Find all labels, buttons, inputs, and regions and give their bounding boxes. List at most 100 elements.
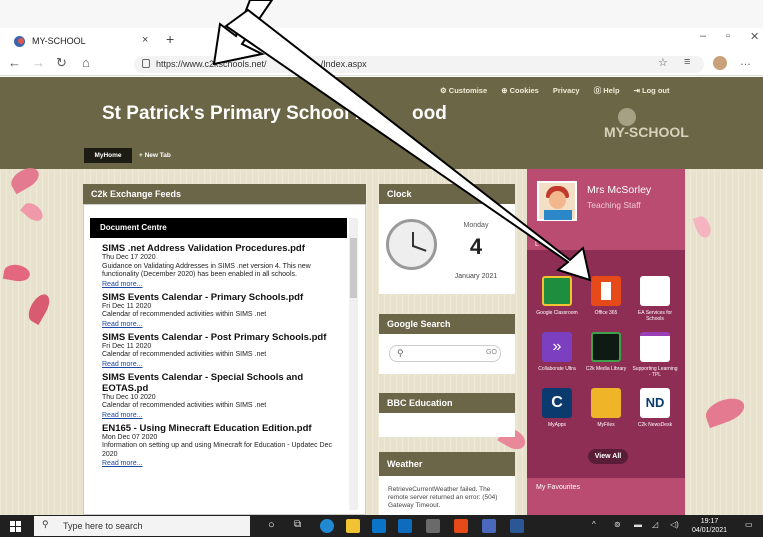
logout-link[interactable]: ⇥ Log out — [634, 86, 670, 95]
home-icon[interactable]: ⌂ — [82, 55, 90, 70]
document-centre-heading: Document Centre — [90, 218, 347, 238]
more-menu-icon[interactable]: … — [740, 56, 751, 68]
search-icon: ⚲ — [397, 348, 404, 358]
customise-link[interactable]: ⚙ Customise — [440, 86, 487, 95]
taskbar-clock[interactable]: 19:17 04/01/2021 — [692, 517, 727, 535]
app-office-365[interactable]: Office 365 — [583, 276, 629, 316]
header-links: ⚙ Customise ⊕ Cookies Privacy ⓪ Help ⇥ L… — [440, 85, 681, 96]
url-suffix: /Index.aspx — [320, 59, 367, 69]
myapps-icon: C — [542, 388, 572, 418]
mail-icon[interactable] — [398, 519, 412, 533]
cortana-icon[interactable]: ○ — [268, 519, 282, 533]
feed-date: Fri Dec 11 2020 — [102, 302, 152, 310]
browser-tab[interactable]: MY-SCHOOL × — [6, 30, 160, 52]
battery-icon[interactable]: ▬ — [634, 520, 642, 529]
read-more-link[interactable]: Read more... — [102, 459, 346, 468]
tab-new-tab[interactable]: + New Tab — [139, 148, 171, 163]
app-collaborate-ultra[interactable]: » Collaborate Ultra — [534, 332, 580, 372]
word-icon[interactable] — [510, 519, 524, 533]
feed-date: Thu Dec 17 2020 — [102, 254, 156, 261]
feed-title[interactable]: SIMS Events Calendar - Primary Schools.p… — [102, 292, 346, 303]
app-myfiles[interactable]: MyFiles — [583, 388, 629, 428]
teams-icon[interactable] — [482, 519, 496, 533]
profile-role: Teaching Staff — [587, 200, 641, 210]
app-media-library[interactable]: C2k Media Library — [583, 332, 629, 372]
refresh-icon[interactable]: ↻ — [56, 55, 67, 71]
task-view-icon[interactable]: ⧉ — [294, 519, 308, 533]
read-more-link[interactable]: Read more... — [102, 280, 346, 289]
network-icon[interactable]: ⊚ — [614, 520, 621, 529]
privacy-link[interactable]: Privacy — [553, 86, 580, 95]
url-field[interactable]: https://www.c2kschools.net/ /Index.aspx — [134, 56, 704, 73]
feed-scrollbar[interactable] — [349, 218, 358, 510]
store-icon[interactable] — [372, 519, 386, 533]
feed-item: SIMS Events Calendar - Special Schools a… — [102, 372, 346, 420]
app-newsdesk[interactable]: ND C2k NewsDesk — [632, 388, 678, 428]
feed-date: Thu Dec 10 2020 — [102, 393, 156, 401]
forward-icon[interactable]: → — [32, 55, 45, 70]
read-more-link[interactable]: Read more... — [102, 411, 346, 420]
feed-title[interactable]: EN165 - Using Minecraft Education Editio… — [102, 423, 346, 434]
file-explorer-icon[interactable] — [346, 519, 360, 533]
my-favourites-heading: My Favourites — [536, 484, 580, 491]
browser-profile-avatar[interactable] — [713, 56, 727, 70]
app-myapps[interactable]: C MyApps — [534, 388, 580, 428]
app-label: Office 365 — [594, 310, 618, 316]
ea-services-icon — [640, 276, 670, 306]
edge-browser-icon[interactable] — [320, 519, 334, 533]
search-go-button[interactable]: GO — [486, 349, 497, 356]
volume-icon[interactable]: ◁) — [670, 520, 679, 529]
feed-title[interactable]: SIMS Events Calendar - Special Schools a… — [102, 372, 346, 394]
cookies-link[interactable]: ⊕ Cookies — [501, 86, 539, 95]
window-close-icon[interactable]: ✕ — [750, 30, 759, 43]
windows-start-icon[interactable] — [10, 521, 21, 532]
feed-item: SIMS .net Address Validation Procedures.… — [102, 243, 346, 289]
chevron-up-icon[interactable]: ^ — [592, 520, 596, 529]
browser-tab-strip — [0, 0, 763, 28]
feed-title[interactable]: SIMS .net Address Validation Procedures.… — [102, 243, 346, 254]
maximize-icon[interactable]: ▫ — [726, 30, 730, 42]
read-more-link[interactable]: Read more... — [102, 320, 346, 329]
favorite-star-icon[interactable]: ☆ — [658, 56, 668, 69]
google-search-input[interactable]: ⚲ GO — [389, 345, 501, 362]
bbc-education-title: BBC Education — [379, 393, 515, 413]
camera-icon[interactable] — [426, 519, 440, 533]
scrollbar-thumb[interactable] — [350, 238, 357, 298]
tab-close-icon[interactable]: × — [142, 34, 148, 46]
feed-title[interactable]: SIMS Events Calendar - Post Primary Scho… — [102, 332, 346, 343]
supporting-learning-icon — [640, 332, 670, 362]
minimize-icon[interactable]: – — [700, 30, 706, 42]
clock-date: 4 — [469, 234, 483, 259]
taskbar-time: 19:17 — [700, 518, 719, 525]
feed-desc: Guidance on Validating Addresses in SIMS… — [102, 262, 311, 279]
read-more-link[interactable]: Read more... — [102, 360, 346, 369]
app-google-classroom[interactable]: Google Classroom — [534, 276, 580, 316]
links-heading: L — [535, 241, 539, 248]
taskbar-date: 04/01/2021 — [692, 527, 728, 534]
c2k-panel-title: C2k Exchange Feeds — [83, 184, 366, 204]
tab-myhome[interactable]: MyHome — [84, 148, 132, 163]
app-supporting-learning[interactable]: Supporting Learning - TPL — [632, 332, 678, 378]
wifi-icon[interactable]: ◿ — [652, 520, 658, 529]
notifications-icon[interactable]: ▭ — [745, 520, 753, 529]
help-link[interactable]: ⓪ Help — [594, 86, 620, 95]
weather-message: RetrieveCurrentWeather failed. The remot… — [388, 486, 498, 509]
google-classroom-icon — [542, 276, 572, 306]
new-tab-button[interactable]: + — [166, 31, 174, 47]
feed-list: SIMS .net Address Validation Procedures.… — [102, 243, 346, 478]
app-ea-services[interactable]: EA Services for Schools — [632, 276, 678, 322]
favorites-list-icon[interactable]: ≡ — [684, 56, 690, 68]
view-all-button[interactable]: View All — [588, 449, 628, 464]
app-label: EA Services for Schools — [637, 310, 673, 322]
feed-item: EN165 - Using Minecraft Education Editio… — [102, 423, 346, 469]
windows-taskbar: ⚲ Type here to search ○ ⧉ ^ ⊚ ▬ ◿ ◁) 19:… — [0, 515, 763, 537]
back-icon[interactable]: ← — [8, 55, 21, 70]
myfiles-icon — [591, 388, 621, 418]
office-taskbar-icon[interactable] — [454, 519, 468, 533]
app-label: MyFiles — [597, 422, 615, 428]
profile-avatar — [537, 181, 577, 221]
feed-desc: Calendar of recommended activities withi… — [102, 351, 267, 358]
taskbar-search-box[interactable]: ⚲ Type here to search — [34, 516, 250, 536]
newsdesk-icon: ND — [640, 388, 670, 418]
app-label: C2k NewsDesk — [637, 422, 673, 428]
